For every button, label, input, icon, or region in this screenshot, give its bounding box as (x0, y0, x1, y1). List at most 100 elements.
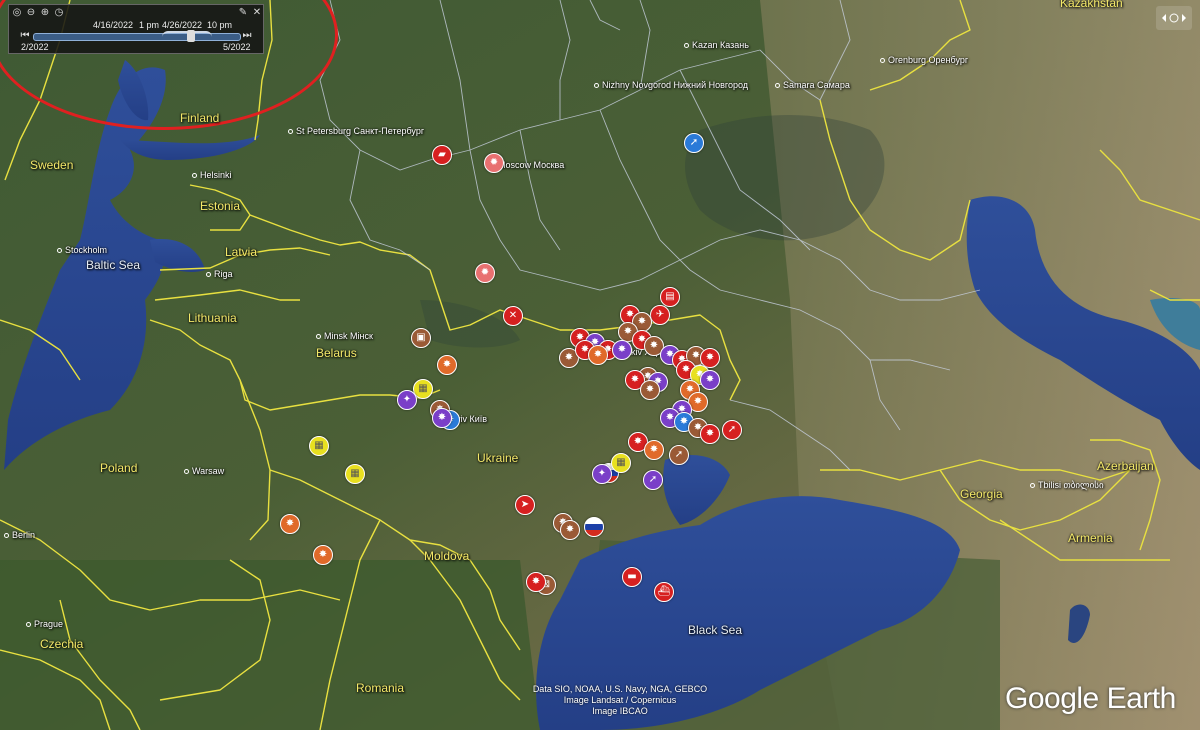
city-label-minsk[interactable]: Minsk Мінск (316, 331, 373, 341)
event-marker-explosion-icon[interactable]: ✸ (313, 545, 333, 565)
city-label-berlin[interactable]: Berlin (4, 530, 35, 540)
city-label-nizhny[interactable]: Nizhny Novgorod Нижний Новгород (594, 80, 748, 90)
event-marker-truck-icon[interactable]: ▰ (432, 145, 452, 165)
event-marker-running-icon[interactable]: ➚ (643, 470, 663, 490)
country-label-romania: Romania (356, 681, 405, 695)
event-marker-russia-flag-icon[interactable] (584, 517, 604, 537)
city-label-warsaw[interactable]: Warsaw (184, 466, 224, 476)
event-marker-cluster[interactable]: ✸ (526, 572, 546, 592)
city-dot-icon (684, 43, 689, 49)
city-label-orenburg[interactable]: Orenburg Оренбург (880, 55, 968, 65)
event-marker-building-icon[interactable]: ▦ (345, 464, 365, 484)
event-marker-tank-icon[interactable]: ▬ (622, 567, 642, 587)
city-name: Helsinki (200, 170, 232, 180)
event-marker-cluster[interactable]: ✸ (588, 345, 608, 365)
map-viewport[interactable]: ◎ ⊖ ⊕ ◷ ✎ ✕ 4/16/2022 1 pm 4/26/2022 10 … (0, 0, 1200, 730)
city-name: Kazan Казань (692, 40, 749, 50)
city-name: Stockholm (65, 245, 108, 255)
event-marker-rocket-icon[interactable]: ➤ (515, 495, 535, 515)
event-marker-cross-icon[interactable]: ✕ (503, 306, 523, 326)
event-marker-ship-icon[interactable]: ⛴ (654, 582, 674, 602)
city-dot-icon (26, 622, 31, 628)
time-slider-panel[interactable]: ◎ ⊖ ⊕ ◷ ✎ ✕ 4/16/2022 1 pm 4/26/2022 10 … (8, 4, 264, 54)
city-dot-icon (192, 173, 197, 179)
event-marker-explosion-icon[interactable]: ✸ (437, 355, 457, 375)
skip-forward-icon[interactable]: ⏭ (241, 30, 253, 42)
event-marker-star-icon[interactable]: ✦ (592, 464, 612, 484)
city-label-samara[interactable]: Samara Самара (775, 80, 850, 90)
event-marker-running-icon[interactable]: ➚ (669, 445, 689, 465)
clock-icon[interactable]: ◷ (53, 7, 65, 19)
country-label-georgia: Georgia (960, 487, 1003, 501)
city-name: Riga (214, 269, 233, 279)
event-marker-running-icon[interactable]: ➚ (722, 420, 742, 440)
credit-line: Image Landsat / Copernicus (563, 695, 677, 705)
sea-label-black: Black Sea (688, 623, 743, 637)
country-label-ukraine: Ukraine (477, 451, 519, 465)
time-slider-thumb[interactable] (186, 30, 195, 42)
event-marker-cluster[interactable]: ✸ (640, 380, 660, 400)
satellite-map[interactable] (0, 0, 1200, 730)
country-label-finland: Finland (180, 111, 220, 125)
country-label-armenia: Armenia (1068, 531, 1113, 545)
navigation-widget[interactable] (1156, 6, 1192, 30)
city-label-riga[interactable]: Riga (206, 269, 233, 279)
city-name: Orenburg Оренбург (888, 55, 969, 65)
country-label-lithuania: Lithuania (188, 311, 237, 325)
country-label-czechia: Czechia (40, 637, 84, 651)
range-start-label: 2/2022 (21, 42, 49, 52)
city-dot-icon (880, 58, 885, 64)
city-name: Samara Самара (783, 80, 850, 90)
city-dot-icon (206, 272, 211, 278)
event-marker-cluster[interactable]: ✸ (700, 424, 720, 444)
event-marker-running-icon[interactable]: ➚ (684, 133, 704, 153)
city-dot-icon (184, 469, 189, 475)
wrench-icon[interactable]: ✎ (237, 7, 249, 19)
city-dot-icon (4, 533, 9, 539)
event-marker-vehicle-icon[interactable]: ▣ (411, 328, 431, 348)
start-time-label: 1 pm (139, 20, 160, 30)
sea-label-baltic: Baltic Sea (86, 258, 141, 272)
event-marker-cluster[interactable]: ✸ (560, 520, 580, 540)
city-label-st-petersburg[interactable]: St Petersburg Санкт-Петербург (288, 126, 424, 136)
time-slider-track[interactable] (33, 30, 241, 42)
event-marker-building-icon[interactable]: ▦ (309, 436, 329, 456)
event-marker-star-icon[interactable]: ✦ (397, 390, 417, 410)
end-date-label: 4/26/2022 (162, 20, 203, 30)
event-marker-helicopter-icon[interactable]: ✈ (650, 305, 670, 325)
zoom-out-icon[interactable]: ⊖ (25, 7, 37, 19)
city-dot-icon (775, 83, 780, 89)
city-name: Tbilisi თბილისი (1038, 480, 1104, 490)
start-date-label: 4/16/2022 (93, 20, 134, 30)
city-label-tbilisi[interactable]: Tbilisi თბილისი (1030, 480, 1104, 491)
event-marker-explosion-icon[interactable]: ✸ (280, 514, 300, 534)
country-label-poland: Poland (100, 461, 138, 475)
city-label-prague[interactable]: Prague (26, 619, 63, 629)
credit-line: Data SIO, NOAA, U.S. Navy, NGA, GEBCO (532, 684, 708, 694)
city-name: Nizhny Novgorod Нижний Новгород (602, 80, 749, 90)
globe-icon[interactable]: ◎ (11, 7, 23, 19)
city-label-helsinki[interactable]: Helsinki (192, 170, 232, 180)
country-label-sweden: Sweden (30, 158, 74, 172)
event-marker-cluster[interactable]: ✸ (612, 340, 632, 360)
zoom-in-icon[interactable]: ⊕ (39, 7, 51, 19)
range-end-label: 5/2022 (223, 42, 251, 52)
skip-back-icon[interactable]: ⏮ (19, 30, 31, 42)
event-marker-train-icon[interactable]: ▤ (660, 287, 680, 307)
country-label-azerbaijan: Azerbaijan (1097, 459, 1154, 473)
city-label-kazan[interactable]: Kazan Казань (684, 40, 749, 50)
city-dot-icon (288, 129, 293, 135)
event-marker-fire-icon[interactable]: ✹ (484, 153, 504, 173)
event-marker-fire-icon[interactable]: ✹ (475, 263, 495, 283)
event-marker-cluster[interactable]: ✸ (700, 370, 720, 390)
event-marker-cluster[interactable]: ✸ (432, 408, 452, 428)
close-icon[interactable]: ✕ (251, 7, 263, 19)
event-marker-cluster[interactable]: ✸ (644, 440, 664, 460)
country-label-moldova: Moldova (424, 549, 470, 563)
event-marker-building-icon[interactable]: ▦ (611, 453, 631, 473)
city-dot-icon (1030, 483, 1035, 489)
city-dot-icon (316, 334, 321, 340)
google-earth-logo: Google Earth (1005, 682, 1176, 715)
map-credits: Data SIO, NOAA, U.S. Navy, NGA, GEBCO Im… (520, 684, 720, 717)
city-label-stockholm[interactable]: Stockholm (57, 245, 107, 255)
